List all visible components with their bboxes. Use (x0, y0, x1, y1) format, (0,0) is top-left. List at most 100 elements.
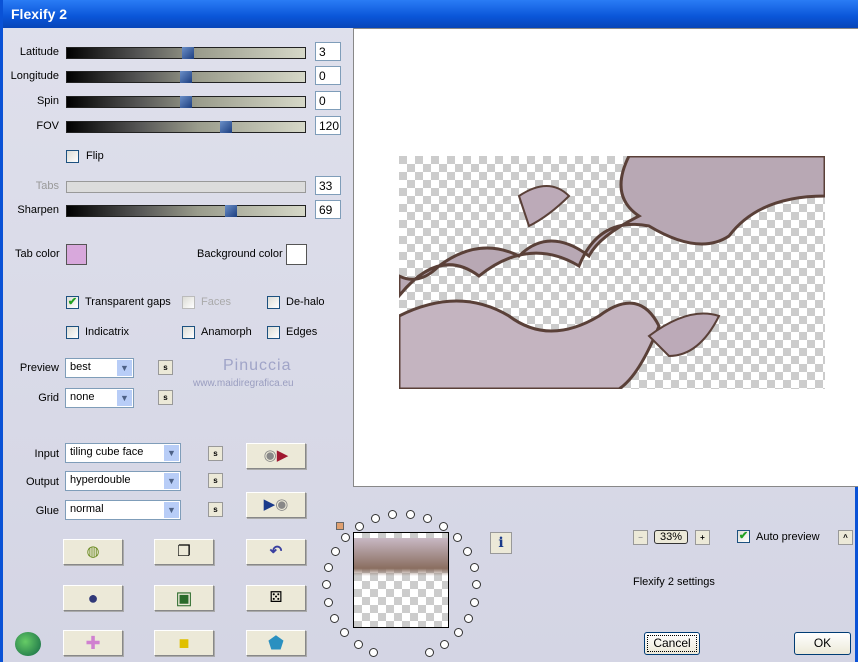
edges-label: Edges (286, 326, 318, 338)
fov-slider[interactable] (66, 121, 306, 133)
auto-preview-label: Auto preview (756, 531, 820, 543)
transparent-gaps-label: Transparent gaps (85, 296, 171, 308)
rotation-dot[interactable] (330, 613, 340, 623)
latitude-slider[interactable] (66, 47, 306, 59)
spin-slider-thumb[interactable] (180, 96, 192, 108)
collapse-button[interactable]: ^ (838, 530, 853, 545)
glue-select[interactable]: normal ▼ (65, 500, 181, 520)
cross-net-button[interactable]: ✚ (63, 630, 123, 656)
longitude-slider-thumb[interactable] (180, 71, 192, 83)
sharpen-label: Sharpen (17, 204, 59, 216)
rotation-dot[interactable] (405, 509, 415, 519)
rotation-dot[interactable] (330, 547, 340, 557)
rotation-dot[interactable] (453, 628, 463, 638)
auto-preview-checkbox[interactable]: ✔ (737, 530, 750, 543)
zoom-in-button[interactable]: + (695, 530, 710, 545)
preview-label: Preview (19, 362, 59, 374)
input-select[interactable]: tiling cube face ▼ (65, 443, 181, 463)
rotation-dot[interactable] (471, 580, 481, 590)
zoom-level: 33% (654, 530, 688, 544)
transparent-gaps-checkbox[interactable]: ✔ (66, 296, 79, 309)
preview-value: best (70, 361, 91, 373)
grid-select[interactable]: none ▼ (65, 388, 134, 408)
output-value: hyperdouble (70, 474, 131, 486)
square-button[interactable]: ▣ (154, 585, 214, 611)
rotation-dot[interactable] (370, 513, 380, 523)
indicatrix-checkbox[interactable] (66, 326, 79, 339)
output-s-button[interactable]: s (208, 473, 223, 488)
input-label: Input (34, 448, 59, 460)
ok-button[interactable]: OK (794, 632, 851, 655)
output-select[interactable]: hyperdouble ▼ (65, 471, 181, 491)
input-s-button[interactable]: s (208, 446, 223, 461)
fov-value-input[interactable]: 120 (315, 116, 341, 135)
longitude-slider[interactable] (66, 71, 306, 83)
indicatrix-label: Indicatrix (85, 326, 130, 338)
grid-value: none (70, 391, 95, 403)
spin-value-input[interactable]: 0 (315, 91, 341, 110)
rotation-dot[interactable] (440, 639, 450, 649)
load-preset-button[interactable]: ◉▶ (246, 443, 306, 469)
brick-button[interactable]: ■ (154, 630, 214, 656)
disc-play-icon: ◉ (263, 447, 277, 464)
anamorph-checkbox[interactable] (182, 326, 195, 339)
chevron-down-icon: ▼ (117, 360, 132, 376)
rotation-dot[interactable] (463, 613, 473, 623)
sharpen-slider-thumb[interactable] (225, 205, 238, 217)
rotation-dot[interactable] (423, 513, 433, 523)
rotation-dot[interactable] (469, 597, 479, 607)
longitude-value-input[interactable]: 0 (315, 66, 341, 85)
chevron-down-icon: ▼ (164, 445, 179, 461)
flaming-pear-logo-icon (15, 632, 41, 656)
rotation-handle[interactable] (336, 522, 344, 530)
copy-button[interactable]: ❐ (154, 539, 214, 565)
rotation-dot[interactable] (324, 563, 334, 573)
polyhedron-button[interactable]: ⬟ (246, 630, 306, 656)
sphere-button[interactable]: ● (63, 585, 123, 611)
glue-s-button[interactable]: s (208, 502, 223, 517)
rotation-dot[interactable] (340, 628, 350, 638)
rotation-dot[interactable] (424, 647, 434, 657)
undo-button[interactable]: ↶ (246, 539, 306, 565)
background-color-swatch[interactable] (286, 244, 307, 265)
preview-s-button[interactable]: s (158, 360, 173, 375)
random-button[interactable]: ⚄ (246, 585, 306, 611)
spin-slider[interactable] (66, 96, 306, 108)
zoom-out-button[interactable]: − (633, 530, 648, 545)
rotation-dot[interactable] (353, 639, 363, 649)
flip-checkbox[interactable] (66, 150, 79, 163)
about-button[interactable]: ◍ (63, 539, 123, 565)
rotation-dot[interactable] (439, 521, 449, 531)
rotation-dot[interactable] (322, 580, 331, 590)
rotation-dot[interactable] (388, 509, 397, 519)
sharpen-value-input[interactable]: 69 (315, 200, 341, 219)
sharpen-slider[interactable] (66, 205, 306, 217)
rotation-dot[interactable] (369, 647, 379, 657)
preview-select[interactable]: best ▼ (65, 358, 134, 378)
cancel-button[interactable]: Cancel (644, 632, 700, 655)
de-halo-checkbox[interactable] (267, 296, 280, 309)
rotation-dot[interactable] (469, 563, 479, 573)
tabs-value-input[interactable]: 33 (315, 176, 341, 195)
rotation-dot[interactable] (452, 533, 462, 543)
save-preset-button[interactable]: ▶◉ (246, 492, 306, 518)
edges-checkbox[interactable] (267, 326, 280, 339)
brick-icon: ■ (178, 633, 190, 653)
preview-pane[interactable] (353, 28, 858, 487)
rotation-dot[interactable] (463, 547, 473, 557)
rotation-dot[interactable] (324, 597, 333, 607)
pages-icon: ❐ (177, 543, 191, 560)
fov-slider-thumb[interactable] (219, 121, 232, 133)
flip-label: Flip (86, 150, 104, 162)
latitude-slider-thumb[interactable] (181, 47, 194, 59)
rotation-dot[interactable] (341, 533, 351, 543)
info-button[interactable]: i (490, 532, 512, 554)
output-label: Output (25, 476, 59, 488)
navigator-thumbnail[interactable] (353, 532, 449, 628)
background-color-label: Background color (197, 248, 283, 260)
grid-s-button[interactable]: s (158, 390, 173, 405)
rotation-dot[interactable] (354, 521, 364, 531)
settings-text: Flexify 2 settings (633, 576, 715, 588)
tab-color-swatch[interactable] (66, 244, 87, 265)
latitude-value-input[interactable]: 3 (315, 42, 341, 61)
